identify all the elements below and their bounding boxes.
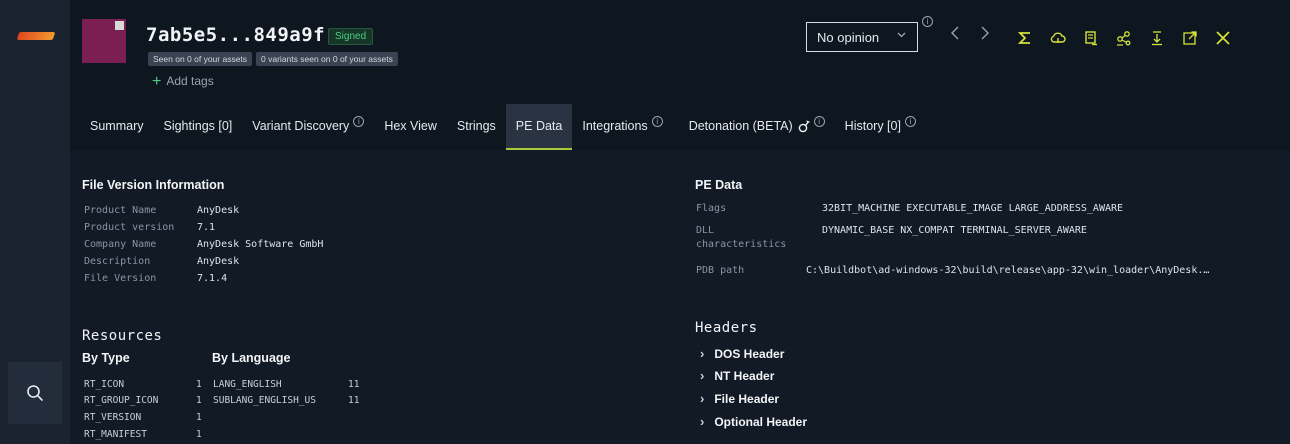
by-type-label: By Type [82, 351, 130, 365]
sample-hash[interactable]: 7ab5e5...849a9f [146, 24, 325, 46]
tab-pe-data[interactable]: PE Data [505, 104, 573, 150]
file-version-title: File Version Information [82, 178, 225, 192]
left-rail [0, 0, 70, 444]
flask-icon [798, 120, 810, 133]
tab-integrations[interactable]: Integrations i [572, 104, 672, 148]
info-icon[interactable]: i [904, 115, 916, 127]
resource-type: RT_ICON [84, 379, 125, 390]
header-label: Optional Header [714, 414, 808, 429]
tab-variant-discovery[interactable]: Variant Discovery i [242, 104, 374, 148]
chevron-right-icon: › [700, 391, 705, 406]
opinion-value: No opinion [817, 29, 880, 45]
pe-key: PDB path [696, 265, 745, 276]
fv-key: Product version [84, 222, 175, 233]
nt-header-row[interactable]: › NT Header [700, 368, 774, 383]
tab-bar: Summary Sightings [0] Variant Discovery i… [70, 104, 926, 150]
info-icon[interactable]: i [651, 115, 663, 127]
fv-key: Product Name [84, 205, 157, 216]
sigma-icon[interactable] [1015, 28, 1035, 48]
fv-value: AnyDesk [197, 256, 240, 267]
header-label: DOS Header [714, 346, 785, 361]
tab-label: Strings [456, 119, 496, 133]
header-label: File Header [714, 391, 780, 406]
tab-label: Detonation (BETA) [688, 119, 793, 133]
brand-logo[interactable] [16, 32, 56, 40]
tab-label: Sightings [0] [163, 119, 233, 133]
sample-thumbnail [82, 19, 126, 63]
fv-key: Description [84, 256, 151, 267]
dos-header-row[interactable]: › DOS Header [700, 346, 784, 361]
resource-type: RT_MANIFEST [84, 429, 147, 440]
add-tags-button[interactable]: + Add tags [152, 73, 214, 91]
fv-value: AnyDesk [197, 205, 240, 216]
tab-sightings[interactable]: Sightings [0] [153, 104, 242, 148]
by-language-label: By Language [212, 351, 291, 365]
sample-header: 7ab5e5...849a9f Signed Seen on 0 of your… [70, 0, 1290, 150]
signed-badge: Signed [328, 28, 374, 45]
tab-label: History [0] [844, 119, 901, 133]
tab-label: Integrations [582, 119, 648, 133]
resource-type: RT_GROUP_ICON [84, 395, 159, 406]
seen-on-assets-chip: Seen on 0 of your assets [148, 52, 253, 66]
pe-key: characteristics [696, 239, 787, 250]
pe-data-title: PE Data [695, 178, 743, 192]
open-external-icon[interactable] [1180, 28, 1200, 48]
optional-header-row[interactable]: › Optional Header [700, 414, 807, 429]
file-header-row[interactable]: › File Header [700, 391, 779, 406]
header-label: NT Header [714, 368, 775, 383]
chevron-right-icon[interactable] [980, 25, 990, 46]
resource-type-count: 1 [196, 379, 202, 390]
info-icon[interactable]: i [353, 115, 365, 127]
cloud-icon[interactable] [1048, 28, 1068, 48]
chevron-down-icon [896, 29, 907, 43]
pdb-path-value[interactable]: C:\Buildbot\ad-windows-32\build\release\… [806, 265, 1209, 276]
add-tags-label: Add tags [166, 74, 214, 88]
tab-label: Hex View [384, 119, 437, 133]
headers-title: Headers [695, 320, 758, 336]
tab-hex-view[interactable]: Hex View [374, 104, 447, 148]
variants-chip: 0 variants seen on 0 of your assets [256, 52, 398, 66]
pe-data-panel: File Version Information Product Name An… [70, 150, 1290, 444]
chevron-right-icon: › [700, 346, 705, 361]
opinion-info-icon[interactable]: i [922, 16, 933, 27]
tab-label: Summary [90, 119, 144, 133]
chevron-right-icon: › [700, 368, 705, 383]
search-icon [27, 385, 43, 401]
fv-key: Company Name [84, 239, 157, 250]
pe-value: 32BIT_MACHINE EXECUTABLE_IMAGE LARGE_ADD… [822, 203, 1124, 214]
resource-language: LANG_ENGLISH [213, 379, 282, 390]
fv-value: AnyDesk Software GmbH [197, 239, 324, 250]
resource-language: SUBLANG_ENGLISH_US [213, 395, 316, 406]
resource-type: RT_VERSION [84, 412, 142, 423]
graph-icon[interactable] [1114, 28, 1134, 48]
opinion-select[interactable]: No opinion [806, 22, 918, 52]
report-icon[interactable] [1081, 28, 1101, 48]
chevron-right-icon: › [700, 414, 705, 429]
resource-type-count: 1 [196, 429, 202, 440]
resource-type-count: 1 [196, 395, 202, 406]
resource-type-count: 1 [196, 412, 202, 423]
chevron-left-icon[interactable] [950, 25, 960, 46]
fv-key: File Version [84, 273, 157, 284]
tab-label: PE Data [515, 119, 563, 133]
resource-language-count: 11 [348, 379, 360, 390]
search-button[interactable] [8, 362, 62, 424]
close-icon[interactable] [1213, 28, 1233, 48]
tab-summary[interactable]: Summary [80, 104, 153, 148]
info-icon[interactable]: i [813, 115, 825, 127]
resource-language-count: 11 [348, 395, 360, 406]
tab-label: Variant Discovery [252, 119, 350, 133]
tab-strings[interactable]: Strings [447, 104, 506, 148]
pe-key: Flags [696, 203, 727, 214]
resources-title: Resources [82, 328, 163, 344]
pe-value: DYNAMIC_BASE NX_COMPAT TERMINAL_SERVER_A… [822, 225, 1087, 236]
pe-key: DLL [696, 225, 715, 236]
fv-value: 7.1.4 [197, 273, 228, 284]
fv-value: 7.1 [197, 222, 216, 233]
tab-history[interactable]: History [0] i [835, 104, 926, 148]
plus-icon: + [152, 73, 162, 90]
tab-detonation[interactable]: Detonation (BETA) i [679, 104, 835, 148]
download-icon[interactable] [1147, 28, 1167, 48]
